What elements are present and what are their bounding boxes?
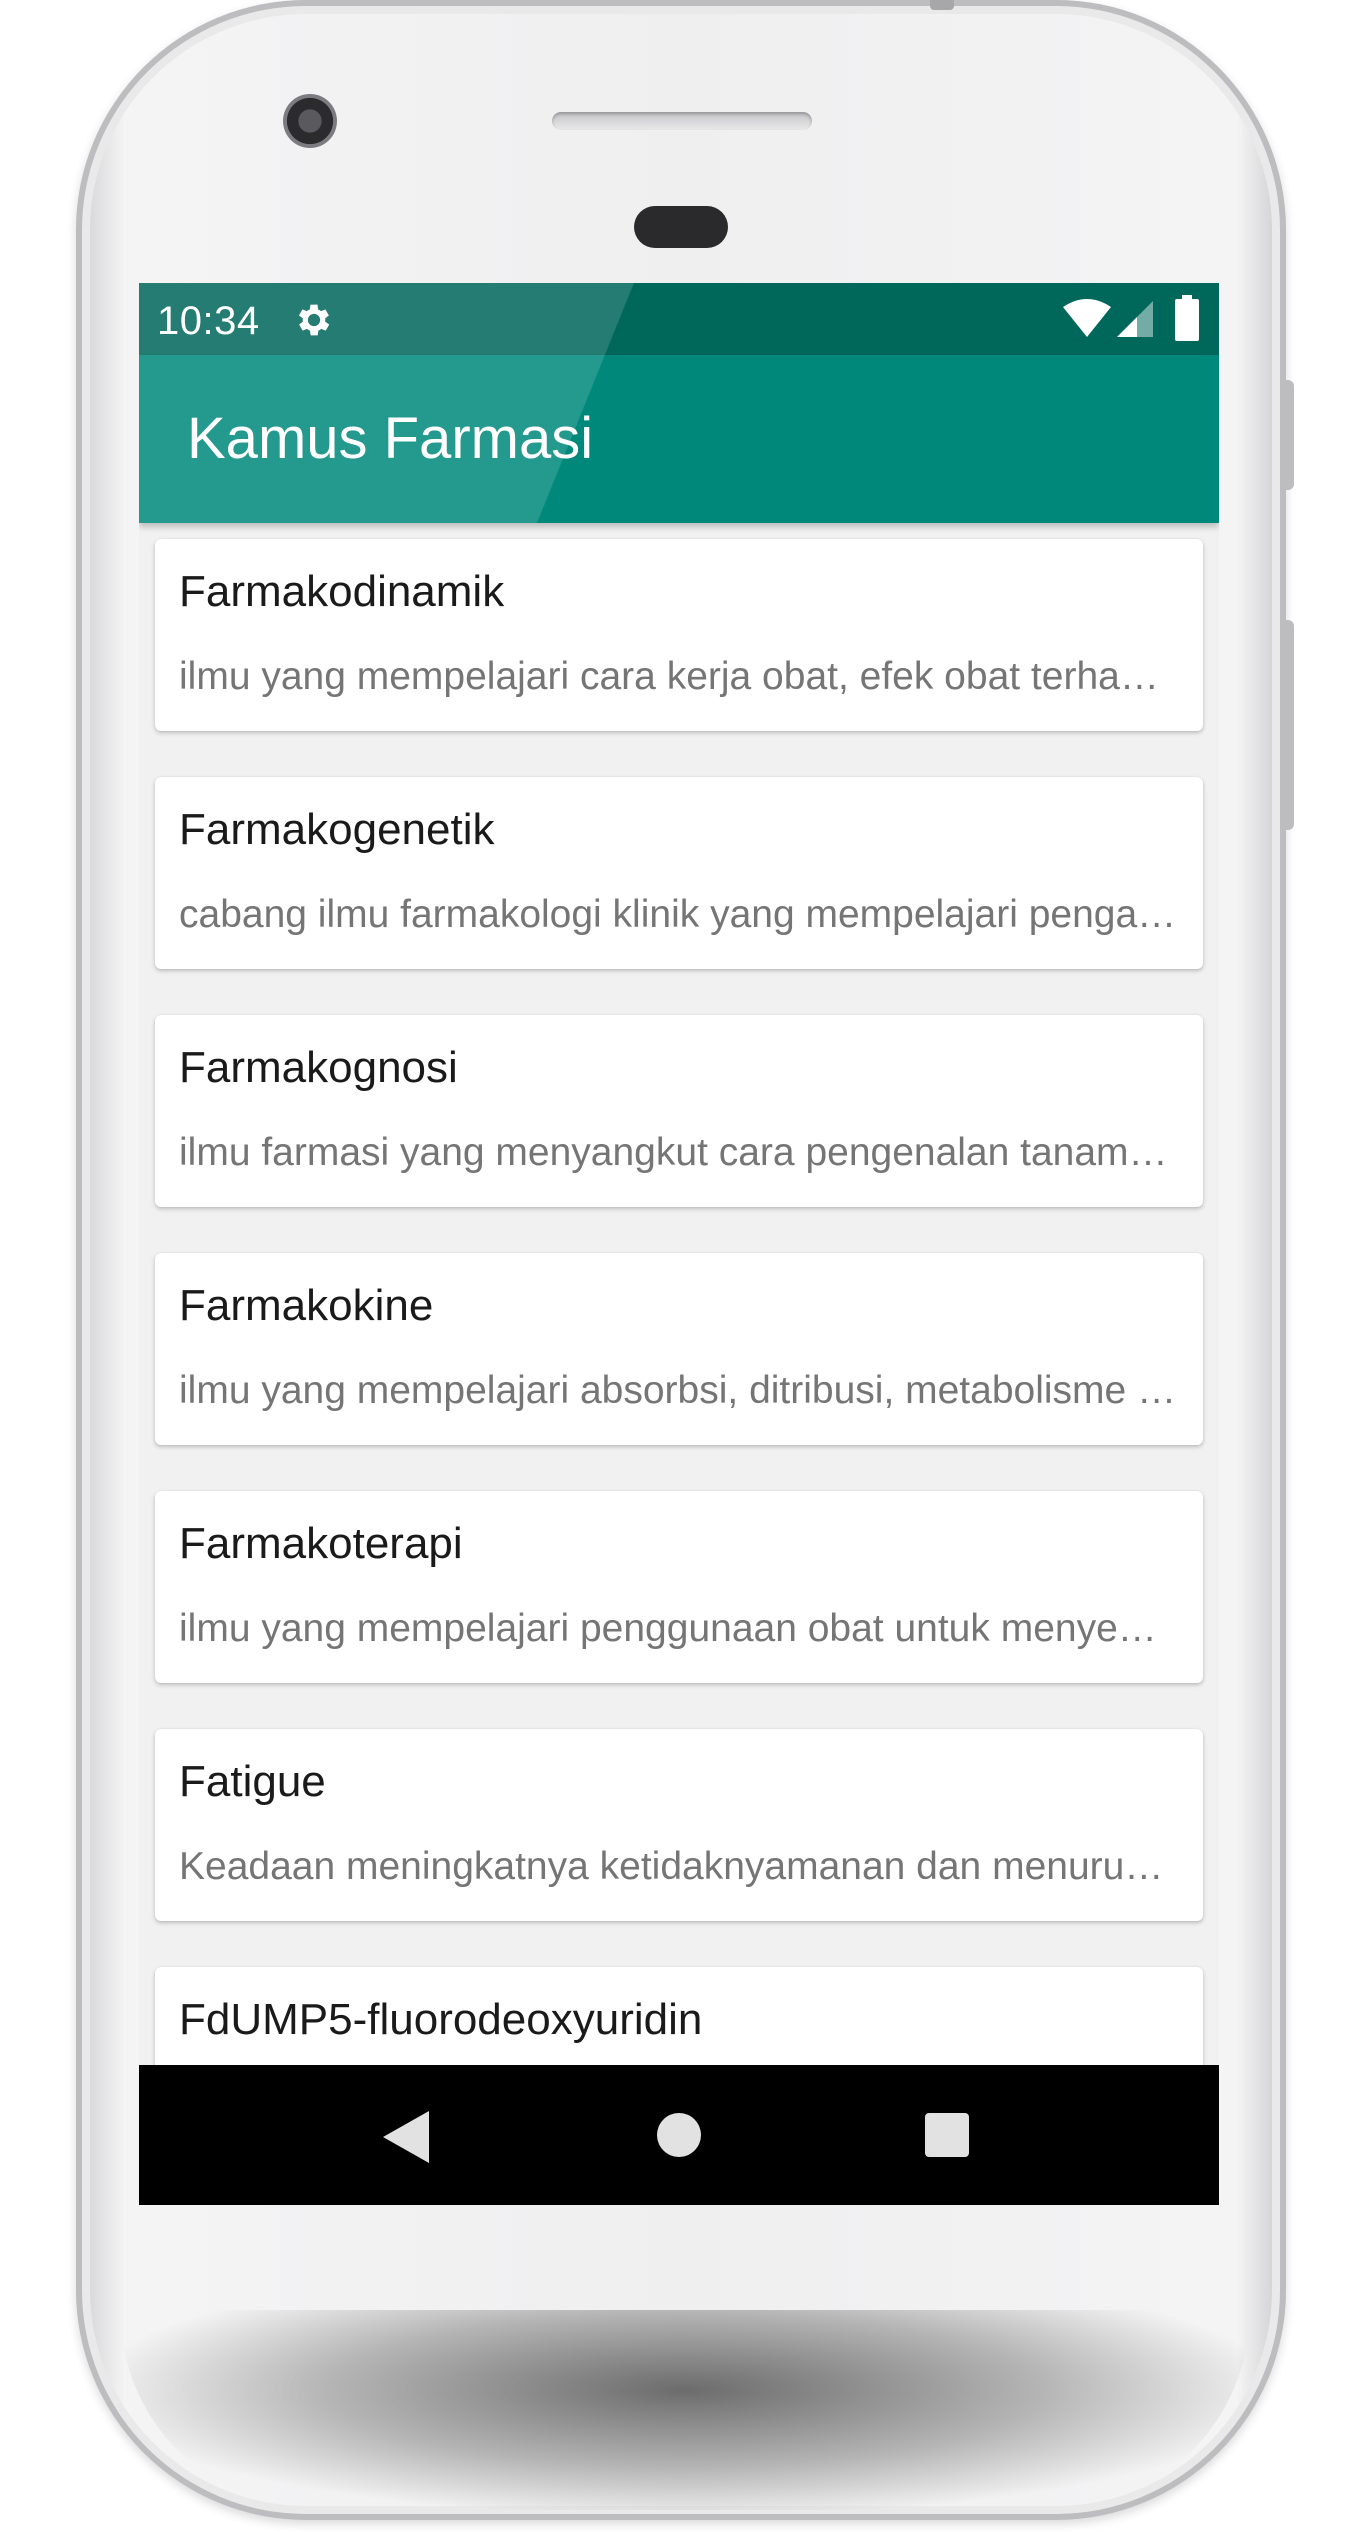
term-title: Farmakogenetik <box>179 805 495 854</box>
list-item[interactable]: Farmakodinamik ilmu yang mempelajari car… <box>155 539 1203 731</box>
list-item[interactable]: Farmakogenetik cabang ilmu farmakologi k… <box>155 777 1203 969</box>
term-description: ilmu yang mempelajari absorbsi, ditribus… <box>179 1369 1179 1412</box>
term-title: FdUMP5-fluorodeoxyuridin <box>179 1995 703 2044</box>
term-description: ilmu yang mempelajari cara kerja obat, e… <box>179 655 1179 698</box>
device-volume-button <box>1282 620 1294 830</box>
status-time: 10:34 <box>157 299 260 343</box>
wifi-icon <box>1063 299 1111 337</box>
cell-signal-icon <box>1117 301 1153 337</box>
back-icon[interactable] <box>381 2109 431 2165</box>
proximity-sensor <box>634 206 728 248</box>
list-item[interactable]: Farmakoterapi ilmu yang mempelajari peng… <box>155 1491 1203 1683</box>
screen: 10:34 Kamus Farmasi Farmakodinamik ilmu … <box>139 283 1219 2205</box>
app-bar: Kamus Farmasi <box>139 355 1219 523</box>
term-title: Farmakokine <box>179 1281 434 1330</box>
recents-icon[interactable] <box>925 2113 969 2157</box>
term-list[interactable]: Farmakodinamik ilmu yang mempelajari car… <box>139 523 1219 2065</box>
device-bottom-shadow <box>120 2310 1250 2510</box>
list-item[interactable]: FdUMP5-fluorodeoxyuridin <box>155 1967 1203 2065</box>
term-description: ilmu yang mempelajari penggunaan obat un… <box>179 1607 1179 1650</box>
term-title: Farmakodinamik <box>179 567 505 616</box>
term-description: cabang ilmu farmakologi klinik yang memp… <box>179 893 1179 936</box>
battery-icon <box>1175 295 1199 341</box>
device-top-button <box>930 0 954 10</box>
front-camera <box>283 94 337 148</box>
status-bar: 10:34 <box>139 283 1219 355</box>
device-side-button-upper <box>1282 380 1294 490</box>
term-title: Farmakognosi <box>179 1043 458 1092</box>
term-title: Farmakoterapi <box>179 1519 463 1568</box>
navigation-bar <box>139 2065 1219 2205</box>
term-title: Fatigue <box>179 1757 326 1806</box>
earpiece-speaker <box>552 112 812 130</box>
list-item[interactable]: Fatigue Keadaan meningkatnya ketidaknyam… <box>155 1729 1203 1921</box>
term-description: Keadaan meningkatnya ketidaknyamanan dan… <box>179 1845 1179 1888</box>
app-title: Kamus Farmasi <box>187 406 594 471</box>
term-description: ilmu farmasi yang menyangkut cara pengen… <box>179 1131 1179 1174</box>
home-icon[interactable] <box>657 2113 701 2157</box>
list-item[interactable]: Farmakokine ilmu yang mempelajari absorb… <box>155 1253 1203 1445</box>
list-item[interactable]: Farmakognosi ilmu farmasi yang menyangku… <box>155 1015 1203 1207</box>
gear-icon <box>298 304 330 336</box>
